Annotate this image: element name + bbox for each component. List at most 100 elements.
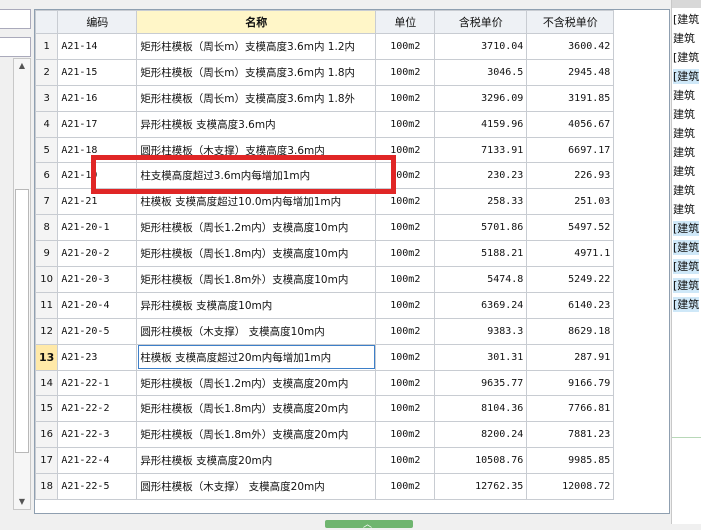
row-price-notax[interactable]: 6697.17 [526, 136, 615, 164]
table-row[interactable]: 8 A21-20-1 矩形柱模板（周长1.2m内）支模高度10m内 100m2 5701… [34, 214, 615, 242]
row-price-tax[interactable]: 5474.8 [434, 266, 528, 293]
right-list-item[interactable]: [建筑 [673, 259, 700, 274]
right-list-item[interactable]: 建筑 [673, 183, 695, 198]
table-row[interactable]: 1 A21-14 矩形柱模板（周长m）支模高度3.6m内 1.2内 100m2 3710… [34, 33, 615, 60]
row-index[interactable]: 12 [34, 317, 59, 345]
right-list-item[interactable]: 建筑 [673, 145, 695, 160]
right-list-item[interactable]: [建筑 [673, 278, 700, 293]
row-price-notax[interactable]: 12008.72 [526, 473, 615, 501]
row-name[interactable]: 柱模板 支模高度超过20m内每增加1m内 [136, 343, 377, 371]
table-row[interactable]: 3 A21-16 矩形柱模板（周长m）支模高度3.6m内 1.8外 100m2 3296… [34, 84, 615, 112]
right-list-item[interactable]: 建筑 [673, 31, 695, 46]
table-row[interactable]: 2 A21-15 矩形柱模板（周长m）支模高度3.6m内 1.8内 100m2 3046… [34, 58, 615, 86]
row-price-notax[interactable]: 6140.23 [526, 291, 615, 319]
row-name[interactable]: 矩形柱模板（周长m）支模高度3.6m内 1.2内 [136, 33, 377, 60]
row-code[interactable]: A21-19 [57, 162, 138, 190]
row-name[interactable]: 矩形柱模板（周长1.2m内）支模高度20m内 [136, 369, 377, 397]
header-code[interactable]: 编码 [57, 10, 138, 34]
table-row[interactable]: 14 A21-22-1 矩形柱模板（周长1.2m内）支模高度20m内 100m2 963… [34, 369, 615, 397]
row-price-notax[interactable]: 226.93 [526, 162, 615, 190]
row-unit[interactable]: 100m2 [375, 317, 436, 345]
table-row[interactable]: 4 A21-17 异形柱模板 支模高度3.6m内 100m2 4159.96 4056.6… [34, 110, 615, 138]
row-price-tax[interactable]: 3296.09 [434, 84, 528, 112]
row-code[interactable]: A21-22-4 [57, 447, 138, 475]
table-row[interactable]: 15 A21-22-2 矩形柱模板（周长1.8m内）支模高度20m内 100m2 810… [34, 395, 615, 423]
row-price-tax[interactable]: 3046.5 [434, 58, 528, 86]
row-price-tax[interactable]: 8104.36 [434, 395, 528, 423]
row-code[interactable]: A21-17 [57, 110, 138, 138]
right-list-item[interactable]: 建筑 [673, 164, 695, 179]
row-code[interactable]: A21-20-1 [57, 214, 138, 242]
row-price-tax[interactable]: 5701.86 [434, 214, 528, 242]
table-row[interactable]: 9 A21-20-2 矩形柱模板（周长1.8m内）支模高度10m内 100m2 5188… [34, 240, 615, 268]
header-price-tax[interactable]: 含税单价 [434, 10, 528, 34]
row-index[interactable]: 17 [34, 447, 59, 475]
right-list-item[interactable]: [建筑 [673, 240, 700, 255]
row-price-notax[interactable]: 5249.22 [526, 266, 615, 293]
header-name[interactable]: 名称 [136, 10, 377, 34]
row-price-tax[interactable]: 10508.76 [434, 447, 528, 475]
row-name[interactable]: 异形柱模板 支模高度3.6m内 [136, 110, 377, 138]
row-unit[interactable]: 100m2 [375, 214, 436, 242]
row-code[interactable]: A21-22-5 [57, 473, 138, 501]
row-unit[interactable]: 100m2 [375, 110, 436, 138]
row-unit[interactable]: 100m2 [375, 473, 436, 501]
row-code[interactable]: A21-15 [57, 58, 138, 86]
row-price-tax[interactable]: 9635.77 [434, 369, 528, 397]
row-name[interactable]: 柱支模高度超过3.6m内每增加1m内 [136, 162, 377, 190]
row-price-notax[interactable]: 5497.52 [526, 214, 615, 242]
header-unit[interactable]: 单位 [375, 10, 436, 34]
right-list-item[interactable]: 建筑 [673, 88, 695, 103]
row-name[interactable]: 矩形柱模板（周长1.8m内）支模高度20m内 [136, 395, 377, 423]
row-code[interactable]: A21-21 [57, 188, 138, 216]
collapse-handle[interactable]: ︿ [325, 520, 413, 530]
row-code[interactable]: A21-20-4 [57, 291, 138, 319]
row-unit[interactable]: 100m2 [375, 84, 436, 112]
row-name[interactable]: 矩形柱模板（周长m）支模高度3.6m内 1.8外 [136, 84, 377, 112]
row-code[interactable]: A21-22-2 [57, 395, 138, 423]
row-price-tax[interactable]: 9383.3 [434, 317, 528, 345]
right-list-item[interactable]: 建筑 [673, 126, 695, 141]
row-price-notax[interactable]: 7766.81 [526, 395, 615, 423]
row-index[interactable]: 15 [34, 395, 59, 423]
row-price-notax[interactable]: 8629.18 [526, 317, 615, 345]
row-price-tax[interactable]: 7133.91 [434, 136, 528, 164]
row-name[interactable]: 圆形柱模板（木支撑） 支模高度20m内 [136, 473, 377, 501]
row-unit[interactable]: 100m2 [375, 291, 436, 319]
row-index[interactable]: 7 [34, 188, 59, 216]
left-top-field[interactable] [0, 9, 31, 29]
header-price-notax[interactable]: 不含税单价 [526, 10, 615, 34]
table-row[interactable]: 5 A21-18 圆形柱模板（木支撑）支模高度3.6m内 100m2 7133.91 66… [34, 136, 615, 164]
row-unit[interactable]: 100m2 [375, 369, 436, 397]
row-unit[interactable]: 100m2 [375, 266, 436, 293]
row-index[interactable]: 3 [34, 84, 59, 112]
row-price-notax[interactable]: 2945.48 [526, 58, 615, 86]
row-index[interactable]: 11 [34, 291, 59, 319]
row-price-tax[interactable]: 230.23 [434, 162, 528, 190]
left-search-input[interactable] [0, 37, 31, 57]
row-price-tax[interactable]: 258.33 [434, 188, 528, 216]
row-name[interactable]: 矩形柱模板（周长1.8m外）支模高度10m内 [136, 266, 377, 293]
row-code[interactable]: A21-14 [57, 33, 138, 60]
right-list-item[interactable]: 建筑 [673, 202, 695, 217]
left-scrollbar[interactable]: ▲ ▼ [13, 58, 31, 510]
row-name[interactable]: 柱模板 支模高度超过10.0m内每增加1m内 [136, 188, 377, 216]
row-unit[interactable]: 100m2 [375, 395, 436, 423]
row-price-notax[interactable]: 9166.79 [526, 369, 615, 397]
row-price-tax[interactable]: 4159.96 [434, 110, 528, 138]
row-code[interactable]: A21-22-1 [57, 369, 138, 397]
right-list-item[interactable]: [建筑 [673, 221, 700, 236]
row-unit[interactable]: 100m2 [375, 162, 436, 190]
row-price-notax[interactable]: 3191.85 [526, 84, 615, 112]
table-row[interactable]: 11 A21-20-4 异形柱模板 支模高度10m内 100m2 6369.24 6140… [34, 291, 615, 319]
row-name[interactable]: 圆形柱模板（木支撑） 支模高度10m内 [136, 317, 377, 345]
row-code[interactable]: A21-16 [57, 84, 138, 112]
row-index[interactable]: 2 [34, 58, 59, 86]
row-code[interactable]: A21-20-5 [57, 317, 138, 345]
row-code[interactable]: A21-20-2 [57, 240, 138, 268]
row-name[interactable]: 异形柱模板 支模高度10m内 [136, 291, 377, 319]
row-unit[interactable]: 100m2 [375, 240, 436, 268]
row-name[interactable]: 矩形柱模板（周长1.8m内）支模高度10m内 [136, 240, 377, 268]
row-code[interactable]: A21-18 [57, 136, 138, 164]
table-row[interactable]: 7 A21-21 柱模板 支模高度超过10.0m内每增加1m内 100m2 258.33… [34, 188, 615, 216]
